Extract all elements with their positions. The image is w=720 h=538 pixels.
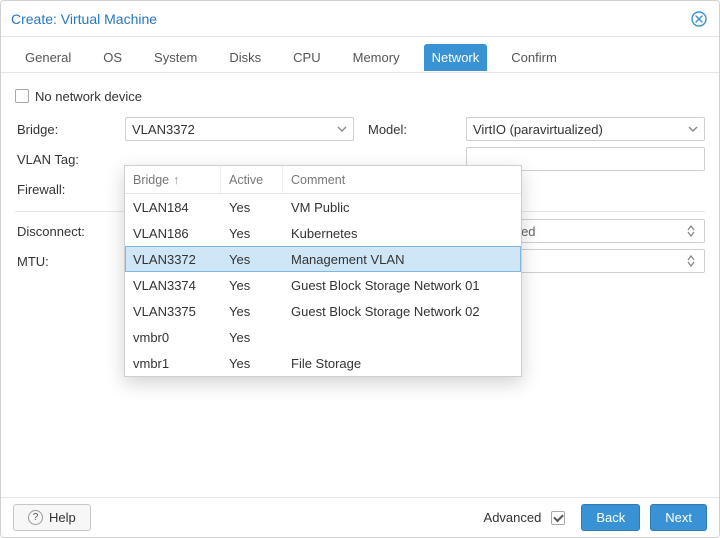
- tab-disks[interactable]: Disks: [221, 44, 269, 71]
- bridge-option-name: vmbr1: [125, 356, 221, 371]
- bridge-value: VLAN3372: [132, 122, 195, 137]
- col-header-bridge-label: Bridge: [133, 173, 169, 187]
- col-header-comment-label: Comment: [291, 173, 345, 187]
- firewall-label: Firewall:: [15, 182, 125, 197]
- bridge-option[interactable]: vmbr1YesFile Storage: [125, 350, 521, 376]
- bridge-option[interactable]: VLAN3372YesManagement VLAN: [125, 246, 521, 272]
- create-vm-window: Create: Virtual Machine General OS Syste…: [0, 0, 720, 538]
- wizard-tabs: General OS System Disks CPU Memory Netwo…: [1, 37, 719, 73]
- bridge-option[interactable]: vmbr0Yes: [125, 324, 521, 350]
- window-title: Create: Virtual Machine: [11, 11, 157, 27]
- help-label: Help: [49, 510, 76, 525]
- bridge-combobox[interactable]: VLAN3372: [125, 117, 354, 141]
- bridge-row: Bridge: VLAN3372: [15, 115, 354, 143]
- titlebar: Create: Virtual Machine: [1, 1, 719, 37]
- bridge-option-name: VLAN3372: [125, 252, 221, 267]
- tab-general[interactable]: General: [17, 44, 79, 71]
- bridge-option-comment: Guest Block Storage Network 01: [283, 278, 521, 293]
- tab-os[interactable]: OS: [95, 44, 130, 71]
- close-icon: [691, 11, 707, 27]
- bridge-option-comment: File Storage: [283, 356, 521, 371]
- bridge-option-comment: Management VLAN: [283, 252, 521, 267]
- tab-cpu[interactable]: CPU: [285, 44, 328, 71]
- bridge-option-active: Yes: [221, 226, 283, 241]
- tab-network[interactable]: Network: [424, 44, 488, 71]
- tab-system[interactable]: System: [146, 44, 205, 71]
- bridge-option-active: Yes: [221, 278, 283, 293]
- bridge-option-active: Yes: [221, 200, 283, 215]
- bridge-dropdown-rows: VLAN184YesVM PublicVLAN186YesKubernetesV…: [125, 194, 521, 376]
- bridge-option[interactable]: VLAN3374YesGuest Block Storage Network 0…: [125, 272, 521, 298]
- no-network-device-row: No network device: [15, 83, 705, 109]
- chevron-down-icon: [688, 124, 698, 134]
- bridge-option-name: vmbr0: [125, 330, 221, 345]
- model-row: Model: VirtIO (paravirtualized): [366, 115, 705, 143]
- back-label: Back: [596, 510, 625, 525]
- next-button[interactable]: Next: [650, 504, 707, 531]
- wizard-footer: ? Help Advanced Back Next: [1, 497, 719, 537]
- bridge-option[interactable]: VLAN184YesVM Public: [125, 194, 521, 220]
- help-icon: ?: [28, 510, 43, 525]
- bridge-option-name: VLAN186: [125, 226, 221, 241]
- bridge-option-active: Yes: [221, 304, 283, 319]
- bridge-label: Bridge:: [15, 122, 125, 137]
- no-network-device-checkbox[interactable]: [15, 89, 29, 103]
- bridge-dropdown[interactable]: Bridge ↑ Active Comment VLAN184YesVM Pub…: [124, 165, 522, 377]
- help-button[interactable]: ? Help: [13, 504, 91, 531]
- next-label: Next: [665, 510, 692, 525]
- bridge-option-name: VLAN3374: [125, 278, 221, 293]
- model-label: Model:: [366, 122, 466, 137]
- bridge-option[interactable]: VLAN186YesKubernetes: [125, 220, 521, 246]
- chevron-down-icon: [687, 231, 695, 237]
- tab-memory[interactable]: Memory: [345, 44, 408, 71]
- chevron-down-icon: [687, 261, 695, 267]
- advanced-label: Advanced: [484, 510, 542, 525]
- back-button[interactable]: Back: [581, 504, 640, 531]
- disconnect-label: Disconnect:: [15, 224, 125, 239]
- bridge-option-name: VLAN3375: [125, 304, 221, 319]
- bridge-dropdown-header: Bridge ↑ Active Comment: [125, 166, 521, 194]
- spinner-buttons[interactable]: [684, 255, 698, 267]
- bridge-option-active: Yes: [221, 252, 283, 267]
- mtu-label: MTU:: [15, 254, 125, 269]
- col-header-active[interactable]: Active: [221, 166, 283, 193]
- advanced-checkbox[interactable]: [551, 511, 565, 525]
- tab-confirm[interactable]: Confirm: [503, 44, 565, 71]
- close-button[interactable]: [689, 9, 709, 29]
- spinner-buttons[interactable]: [684, 225, 698, 237]
- bridge-option-active: Yes: [221, 356, 283, 371]
- model-value: VirtIO (paravirtualized): [473, 122, 603, 137]
- col-header-bridge[interactable]: Bridge ↑: [125, 166, 221, 193]
- bridge-option-active: Yes: [221, 330, 283, 345]
- col-header-active-label: Active: [229, 173, 263, 187]
- sort-asc-icon: ↑: [173, 173, 179, 187]
- bridge-option[interactable]: VLAN3375YesGuest Block Storage Network 0…: [125, 298, 521, 324]
- no-network-device-label: No network device: [35, 89, 142, 104]
- bridge-option-comment: Guest Block Storage Network 02: [283, 304, 521, 319]
- col-header-comment[interactable]: Comment: [283, 166, 521, 193]
- panel-network: No network device Bridge: VLAN3372 VLAN …: [1, 73, 719, 497]
- chevron-down-icon: [337, 124, 347, 134]
- model-combobox[interactable]: VirtIO (paravirtualized): [466, 117, 705, 141]
- bridge-option-name: VLAN184: [125, 200, 221, 215]
- bridge-option-comment: Kubernetes: [283, 226, 521, 241]
- vlan-tag-label: VLAN Tag:: [15, 152, 125, 167]
- bridge-option-comment: VM Public: [283, 200, 521, 215]
